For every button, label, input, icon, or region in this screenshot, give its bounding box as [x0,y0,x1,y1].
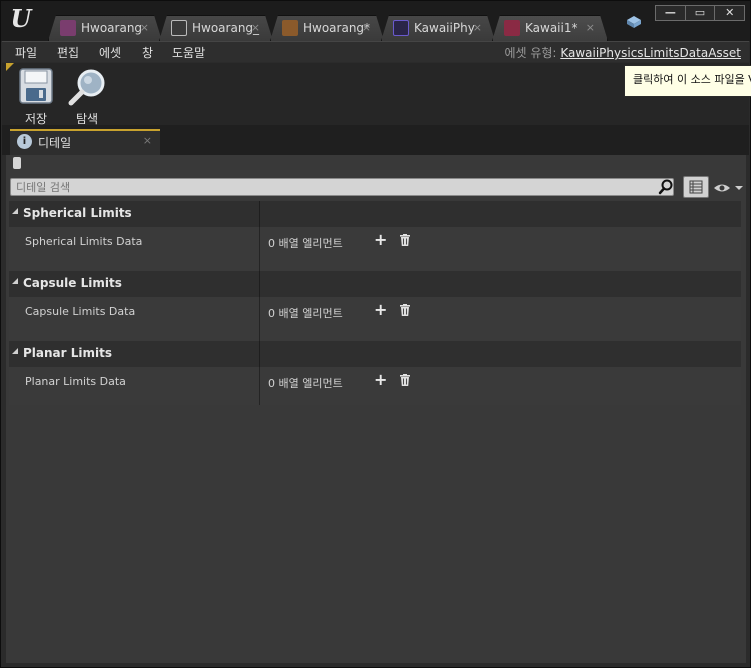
array-count-value: 0 배열 엘리먼트 [268,237,343,250]
document-tab-hwoarang-anim[interactable]: Hwoarang_ × [159,15,273,41]
tab-close-icon[interactable]: × [362,16,371,40]
property-row: Planar Limits Data 0 배열 엘리먼트 + [9,367,741,405]
tooltip: 클릭하여 이 소스 파일을 V [624,65,751,97]
menu-bar: 파일 편집 에셋 창 도움말 에셋 유형: KawaiiPhysicsLimit… [2,41,749,62]
details-tab[interactable]: i 디테일 × [10,129,160,155]
tab-close-icon[interactable]: × [586,16,595,40]
menu-asset[interactable]: 에셋 [99,44,121,61]
expand-arrow-icon [12,348,18,354]
document-tab-kawaiiphy[interactable]: KawaiiPhy × [381,15,495,41]
column-divider [259,341,260,367]
unreal-logo-icon[interactable]: U [7,5,35,33]
tab-label: Kawaii1* [525,21,578,35]
property-name: Spherical Limits Data [25,235,143,248]
property-name: Planar Limits Data [25,375,126,388]
column-divider [259,271,260,297]
eye-icon [714,184,743,192]
lock-icon[interactable] [13,157,21,169]
category-title: Capsule Limits [23,276,122,290]
category-capsule-limits: Capsule Limits Capsule Limits Data 0 배열 … [9,271,741,341]
close-window-button[interactable]: ✕ [714,6,744,20]
menu-edit[interactable]: 편집 [57,44,79,61]
expand-arrow-icon [12,278,18,284]
window-controls: — ▭ ✕ [655,5,745,21]
save-icon [19,68,53,104]
animation-sequence-icon [171,20,187,36]
curve-icon [393,20,409,36]
details-tab-label: 디테일 [38,136,72,150]
feedback-icon[interactable] [625,14,643,30]
trash-icon[interactable] [399,374,411,386]
tab-close-icon[interactable]: × [251,16,260,40]
property-matrix-button[interactable] [683,176,709,198]
character-blueprint-icon [282,20,298,36]
add-element-icon[interactable]: + [374,302,387,318]
data-asset-icon [504,20,520,36]
tab-label: Hwoarang* [303,21,371,35]
grid-list-icon [689,180,703,194]
details-panel: Spherical Limits Spherical Limits Data 0… [6,155,746,663]
title-bar: U Hwoarang × Hwoarang_ × Hwoarang* × Kaw… [1,1,750,41]
property-row: Capsule Limits Data 0 배열 엘리먼트 + [9,297,741,341]
document-tab-kawaii1[interactable]: Kawaii1* × [492,15,608,41]
property-row: Spherical Limits Data 0 배열 엘리먼트 + [9,227,741,271]
property-name: Capsule Limits Data [25,305,136,318]
document-tab-hwoarang-blueprint[interactable]: Hwoarang* × [270,15,384,41]
minimize-button[interactable]: — [656,6,685,20]
array-count-value: 0 배열 엘리먼트 [268,307,343,320]
menu-window[interactable]: 창 [142,44,153,61]
trash-icon[interactable] [399,234,411,246]
category-spherical-limits: Spherical Limits Spherical Limits Data 0… [9,201,741,271]
magnifier-icon [68,69,105,106]
add-element-icon[interactable]: + [374,372,387,388]
details-tab-well: i 디테일 × [2,125,749,155]
category-header[interactable]: Spherical Limits [9,201,741,227]
column-divider [259,201,260,227]
save-button[interactable]: 저장 [14,68,58,126]
toolbar-corner-marker [6,63,14,71]
tab-label: Hwoarang_ [192,21,260,35]
details-empty-area [9,406,741,656]
browse-button[interactable]: 탐색 [65,68,109,126]
info-icon: i [17,134,32,149]
maximize-button[interactable]: ▭ [684,6,715,20]
tab-label: Hwoarang [81,21,143,35]
menu-help[interactable]: 도움말 [172,44,205,61]
expand-arrow-icon [12,208,18,214]
asset-type-indicator: 에셋 유형: KawaiiPhysicsLimitsDataAsset [504,44,741,61]
array-count-value: 0 배열 엘리먼트 [268,377,343,390]
view-options-button[interactable] [713,180,743,196]
asset-type-label: 에셋 유형: [504,46,557,60]
column-divider[interactable] [259,367,260,405]
asset-type-link[interactable]: KawaiiPhysicsLimitsDataAsset [560,46,741,60]
category-planar-limits: Planar Limits Planar Limits Data 0 배열 엘리… [9,341,741,405]
add-element-icon[interactable]: + [374,232,387,248]
column-divider[interactable] [259,297,260,341]
menu-file[interactable]: 파일 [15,44,37,61]
category-title: Planar Limits [23,346,112,360]
tab-close-icon[interactable]: × [143,134,152,147]
document-tab-hwoarang[interactable]: Hwoarang × [48,15,162,41]
details-search-input[interactable] [10,178,674,196]
search-icon [658,179,673,195]
trash-icon[interactable] [399,304,411,316]
column-divider[interactable] [259,227,260,271]
category-header[interactable]: Planar Limits [9,341,741,367]
tab-close-icon[interactable]: × [473,16,482,40]
category-header[interactable]: Capsule Limits [9,271,741,297]
details-search-row [10,176,743,200]
category-title: Spherical Limits [23,206,132,220]
tab-label: KawaiiPhy [414,21,475,35]
editor-window: U Hwoarang × Hwoarang_ × Hwoarang* × Kaw… [0,0,751,668]
tab-close-icon[interactable]: × [140,16,149,40]
skeleton-icon [60,20,76,36]
